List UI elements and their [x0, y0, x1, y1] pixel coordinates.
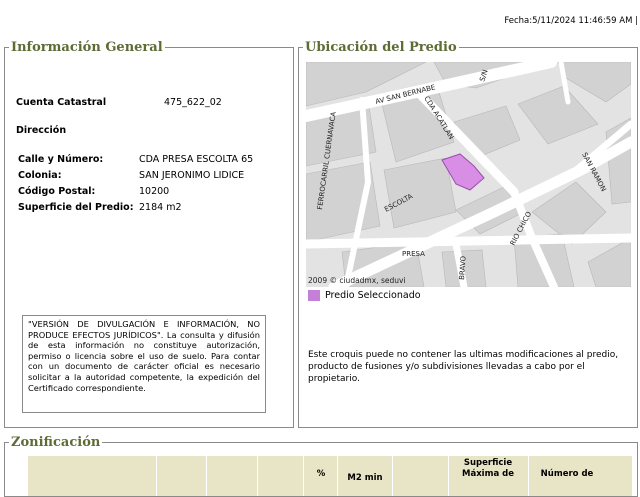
colonia-label: Colonia:: [18, 170, 62, 181]
codigo-postal-label: Código Postal:: [18, 186, 96, 197]
map-label-presa: PRESA: [402, 250, 425, 258]
legend-swatch: [308, 290, 320, 301]
column-divider: [337, 456, 338, 496]
col-header-superficie: Superficie Máxima de: [462, 458, 514, 479]
map-credit: 2009 © ciudadmx, seduvi: [308, 276, 406, 285]
zonificacion-title: Zonificación: [11, 435, 101, 450]
cuenta-catastral-label: Cuenta Catastral: [16, 97, 107, 108]
column-divider: [206, 456, 207, 496]
zonificacion-table-header: % M2 min Superficie Máxima de Número de: [28, 456, 632, 496]
col-header-numero: Número de: [540, 469, 594, 479]
col-header-pct: %: [316, 469, 326, 479]
informacion-general-title: Información General: [11, 40, 163, 55]
date-stamp: Fecha:5/11/2024 11:46:59 AM |: [504, 16, 638, 26]
column-divider: [392, 456, 393, 496]
calle-value: CDA PRESA ESCOLTA 65: [139, 154, 254, 165]
disclaimer-box: "VERSIÓN DE DIVULGACIÓN E INFORMACIÓN, N…: [22, 315, 266, 413]
column-divider: [448, 456, 449, 496]
direccion-label: Dirección: [16, 125, 67, 136]
column-divider: [528, 456, 529, 496]
column-divider: [257, 456, 258, 496]
superficie-value: 2184 m2: [139, 202, 182, 213]
location-map[interactable]: AV SAN BERNABE S/N FERROCARRIL CUERNAVAC…: [306, 62, 631, 287]
colonia-value: SAN JERONIMO LIDICE: [139, 170, 245, 181]
superficie-label: Superficie del Predio:: [18, 202, 134, 213]
map-label-bravo: BRAVO: [458, 255, 468, 280]
ubicacion-title: Ubicación del Predio: [305, 40, 457, 55]
map-drawing: AV SAN BERNABE S/N FERROCARRIL CUERNAVAC…: [306, 62, 631, 287]
cuenta-catastral-value: 475_622_02: [164, 97, 222, 108]
calle-label: Calle y Número:: [18, 154, 104, 165]
map-note: Este croquis puede no contener las ultim…: [308, 350, 619, 384]
codigo-postal-value: 10200: [139, 186, 170, 197]
column-divider: [303, 456, 304, 496]
legend-label: Predio Seleccionado: [325, 290, 421, 301]
column-divider: [156, 456, 157, 496]
